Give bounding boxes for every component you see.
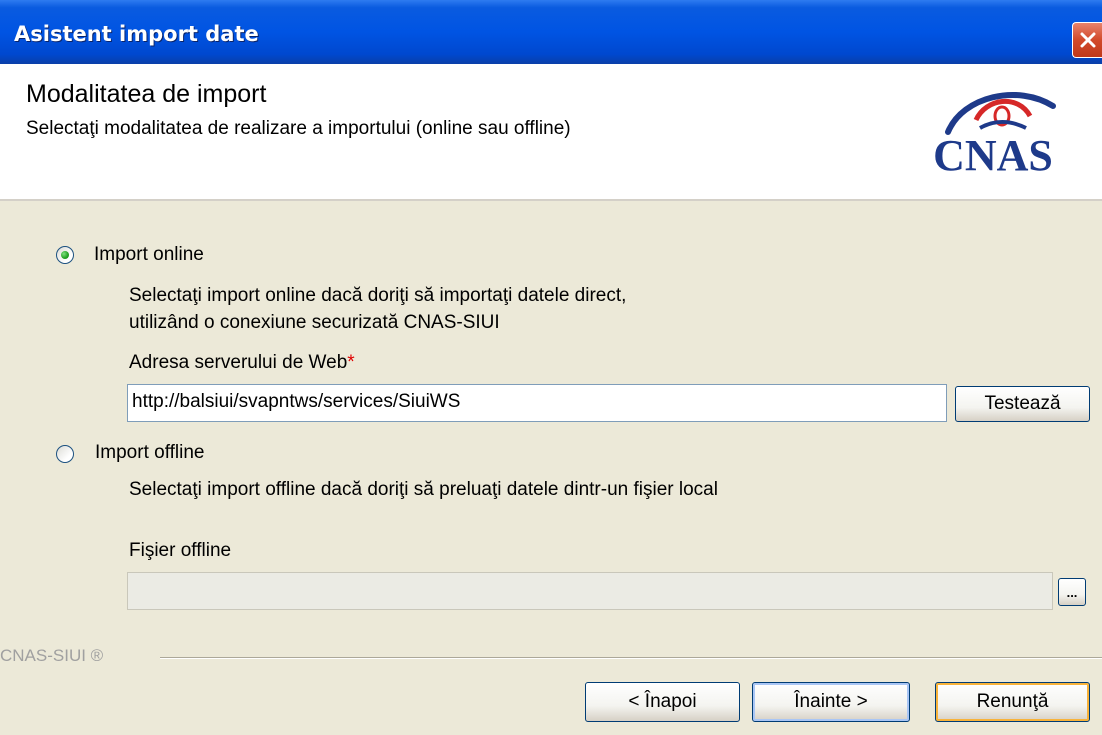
server-address-label-text: Adresa serverului de Web bbox=[129, 352, 348, 373]
import-offline-radio[interactable] bbox=[56, 445, 74, 463]
server-address-label: Adresa serverului de Web* bbox=[129, 352, 355, 374]
browse-file-button[interactable]: ... bbox=[1058, 578, 1086, 606]
page-title: Modalitatea de import bbox=[26, 80, 267, 108]
test-connection-button[interactable]: Testează bbox=[955, 386, 1090, 422]
import-offline-label[interactable]: Import offline bbox=[95, 442, 204, 464]
import-online-radio[interactable] bbox=[56, 246, 74, 264]
back-button[interactable]: < Înapoi bbox=[585, 682, 740, 722]
cnas-logo: CNAS bbox=[933, 91, 1056, 176]
footer-separator bbox=[160, 657, 1102, 659]
radio-selected-dot bbox=[61, 251, 69, 259]
title-bar[interactable]: Asistent import date bbox=[0, 0, 1102, 64]
offline-description: Selectaţi import offline dacă doriţi să … bbox=[129, 479, 718, 500]
server-url-input[interactable]: http://balsiui/svapntws/services/SiuiWS bbox=[127, 384, 947, 422]
online-description-line1: Selectaţi import online dacă doriţi să i… bbox=[129, 285, 627, 306]
brand-label: CNAS-SIUI ® bbox=[0, 646, 104, 665]
header-divider bbox=[0, 198, 1102, 201]
required-mark: * bbox=[347, 352, 355, 373]
import-online-label[interactable]: Import online bbox=[94, 244, 204, 266]
page-subtitle: Selectaţi modalitatea de realizare a imp… bbox=[26, 118, 571, 139]
next-button[interactable]: Înainte > bbox=[752, 682, 910, 722]
offline-file-label: Fişier offline bbox=[129, 540, 232, 561]
logo-text: CNAS bbox=[933, 131, 1053, 176]
close-icon bbox=[1080, 32, 1096, 48]
close-button[interactable] bbox=[1072, 22, 1102, 58]
offline-file-input[interactable] bbox=[127, 572, 1053, 610]
cancel-button[interactable]: Renunţă bbox=[935, 682, 1090, 722]
window-title: Asistent import date bbox=[14, 22, 259, 46]
online-description-line2: utilizând o conexiune securizată CNAS-SI… bbox=[129, 312, 500, 333]
import-wizard-window: Asistent import date Modalitatea de impo… bbox=[0, 0, 1102, 735]
